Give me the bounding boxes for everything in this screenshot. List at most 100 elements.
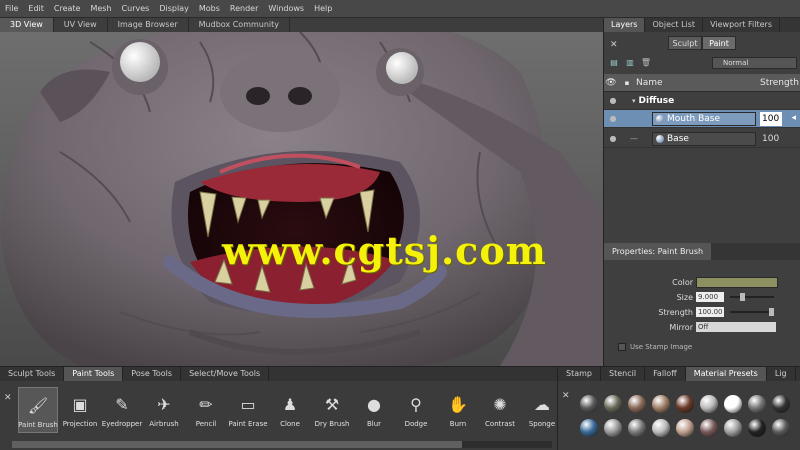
size-row: Size 9.000 xyxy=(604,291,800,303)
tool-button[interactable]: ▣ Projection xyxy=(60,387,100,433)
menu-edit[interactable]: Edit xyxy=(23,0,49,18)
visibility-dot-icon[interactable]: ● xyxy=(604,96,622,105)
tab-viewport-filters[interactable]: Viewport Filters xyxy=(703,18,780,32)
tools-scrollbar[interactable] xyxy=(12,441,552,448)
layer-row-base[interactable]: ● — Base 100 xyxy=(604,130,800,148)
properties-tab-bar: Properties: Paint Brush xyxy=(604,243,800,260)
tool-label: Blur xyxy=(366,420,382,428)
menu-file[interactable]: File xyxy=(0,0,23,18)
menu-curves[interactable]: Curves xyxy=(117,0,155,18)
material-preset-sphere[interactable] xyxy=(748,419,766,437)
tool-label: Projection xyxy=(62,420,98,428)
layer-strength-field[interactable]: 100 xyxy=(760,132,782,146)
tab-mudbox-community[interactable]: Mudbox Community xyxy=(189,18,291,32)
menu-windows[interactable]: Windows xyxy=(263,0,309,18)
tool-button[interactable]: ☁ Sponge xyxy=(522,387,562,433)
material-preset-sphere[interactable] xyxy=(748,395,766,413)
material-preset-sphere[interactable] xyxy=(676,419,694,437)
tool-button[interactable]: 🖌 Paint Brush xyxy=(18,387,58,433)
blend-mode-select[interactable]: Normal xyxy=(712,57,797,69)
tool-label: Pencil xyxy=(195,420,217,428)
material-preset-sphere[interactable] xyxy=(724,395,742,413)
tool-button[interactable]: ⚲ Dodge xyxy=(396,387,436,433)
material-preset-sphere[interactable] xyxy=(580,395,598,413)
material-preset-sphere[interactable] xyxy=(700,395,718,413)
tool-button[interactable]: ✈ Airbrush xyxy=(144,387,184,433)
tab-sculpt-tools[interactable]: Sculpt Tools xyxy=(0,367,65,381)
lock-column-icon: ▪ xyxy=(624,78,630,87)
close-icon[interactable]: ✕ xyxy=(610,40,618,50)
material-preset-sphere[interactable] xyxy=(700,419,718,437)
menu-render[interactable]: Render xyxy=(225,0,263,18)
mirror-select[interactable]: Off xyxy=(696,322,776,332)
3d-viewport[interactable]: www.cgtsj.com xyxy=(0,32,603,366)
material-preset-sphere[interactable] xyxy=(676,395,694,413)
slider-knob[interactable] xyxy=(740,293,745,301)
visibility-dot-icon[interactable]: ● xyxy=(604,114,622,123)
close-icon[interactable]: ✕ xyxy=(4,393,12,403)
material-preset-sphere[interactable] xyxy=(652,419,670,437)
size-input[interactable]: 9.000 xyxy=(696,292,724,302)
tool-button[interactable]: ♟ Clone xyxy=(270,387,310,433)
paint-mode-button[interactable]: Paint xyxy=(702,36,736,50)
tool-button[interactable]: ✋ Burn xyxy=(438,387,478,433)
material-preset-sphere[interactable] xyxy=(628,395,646,413)
properties-title[interactable]: Properties: Paint Brush xyxy=(604,243,712,260)
menu-display[interactable]: Display xyxy=(154,0,194,18)
layer-strength-field[interactable]: 100 xyxy=(760,112,782,126)
use-stamp-label: Use Stamp Image xyxy=(630,343,693,351)
delete-layer-icon[interactable]: 🗑 xyxy=(640,58,652,68)
use-stamp-checkbox[interactable] xyxy=(618,343,626,351)
sculpt-mode-button[interactable]: Sculpt xyxy=(668,36,702,50)
size-label: Size xyxy=(676,292,693,302)
tab-image-browser[interactable]: Image Browser xyxy=(108,18,189,32)
tab-material-presets[interactable]: Material Presets xyxy=(685,367,767,381)
tab-falloff[interactable]: Falloff xyxy=(645,367,686,381)
merge-layer-icon[interactable]: ▥ xyxy=(624,58,636,68)
tool-button[interactable]: ● Blur xyxy=(354,387,394,433)
size-slider[interactable] xyxy=(730,293,774,301)
tab-stencil[interactable]: Stencil xyxy=(601,367,646,381)
tool-button[interactable]: ✺ Contrast xyxy=(480,387,520,433)
material-preset-sphere[interactable] xyxy=(604,395,622,413)
menu-mesh[interactable]: Mesh xyxy=(85,0,116,18)
strength-input[interactable]: 100.00 xyxy=(696,307,724,317)
layer-group-row[interactable]: ● ▾ Diffuse xyxy=(604,92,800,110)
material-preset-sphere[interactable] xyxy=(652,395,670,413)
material-preset-sphere[interactable] xyxy=(772,395,790,413)
tab-layers[interactable]: Layers xyxy=(604,18,646,32)
scrollbar-thumb[interactable] xyxy=(12,441,462,448)
material-preset-sphere[interactable] xyxy=(772,419,790,437)
tab-lighting[interactable]: Lig xyxy=(767,367,796,381)
new-layer-icon[interactable]: ▤ xyxy=(608,58,620,68)
material-preset-sphere[interactable] xyxy=(580,419,598,437)
burn-icon: ✋ xyxy=(448,394,468,414)
slider-knob[interactable] xyxy=(769,308,774,316)
material-preset-sphere[interactable] xyxy=(604,419,622,437)
visibility-dot-icon[interactable]: ● xyxy=(604,134,622,143)
tab-object-list[interactable]: Object List xyxy=(645,18,704,32)
strength-slider[interactable] xyxy=(730,308,774,316)
color-swatch[interactable] xyxy=(696,276,778,288)
layer-flag-icon[interactable]: ◂ xyxy=(791,113,796,123)
tool-button[interactable]: ✏ Pencil xyxy=(186,387,226,433)
tool-button[interactable]: ⚒ Dry Brush xyxy=(312,387,352,433)
tab-3d-view[interactable]: 3D View xyxy=(0,18,54,32)
layer-row-mouth-base[interactable]: ● Mouth Base 100 ◂ xyxy=(604,110,800,128)
menu-help[interactable]: Help xyxy=(309,0,337,18)
tab-paint-tools[interactable]: Paint Tools xyxy=(64,367,124,381)
tab-select-move-tools[interactable]: Select/Move Tools xyxy=(181,367,270,381)
tab-uv-view[interactable]: UV View xyxy=(54,18,108,32)
tab-pose-tools[interactable]: Pose Tools xyxy=(123,367,182,381)
layer-name-field[interactable]: Base xyxy=(652,132,756,146)
menu-create[interactable]: Create xyxy=(49,0,86,18)
tool-button[interactable]: ✎ Eyedropper xyxy=(102,387,142,433)
tab-stamp[interactable]: Stamp xyxy=(558,367,601,381)
material-preset-sphere[interactable] xyxy=(628,419,646,437)
layer-name-field[interactable]: Mouth Base xyxy=(652,112,756,126)
expand-triangle-icon[interactable]: ▾ xyxy=(632,97,636,105)
material-preset-sphere[interactable] xyxy=(724,419,742,437)
tool-button[interactable]: ▭ Paint Erase xyxy=(228,387,268,433)
menu-mobs[interactable]: Mobs xyxy=(194,0,225,18)
close-icon[interactable]: ✕ xyxy=(562,391,570,401)
